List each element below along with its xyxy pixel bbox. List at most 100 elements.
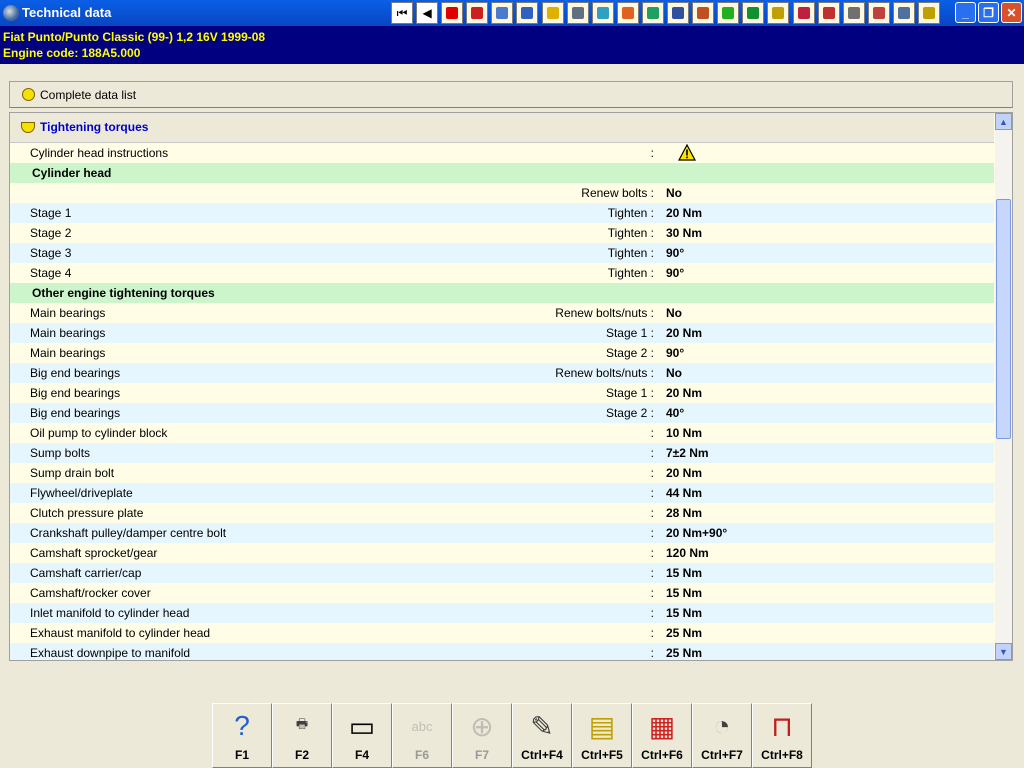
warning-icon[interactable] (441, 2, 464, 24)
electrical-icon[interactable] (817, 2, 840, 24)
table-row: Stage 3 Tighten : 90° (10, 243, 994, 263)
wrench-icon[interactable] (591, 2, 614, 24)
tools-icon[interactable] (692, 2, 715, 24)
electrical-icon-glyph (822, 7, 835, 19)
gauge-icon: ◔ (713, 710, 731, 741)
warning-icon[interactable] (678, 144, 696, 161)
complete-data-list-button[interactable]: Complete data list (9, 81, 1013, 108)
row-action: : (650, 146, 654, 160)
triangle-icon[interactable] (867, 2, 890, 24)
restore-icon[interactable]: ❐ (978, 2, 999, 23)
close-icon[interactable]: ✕ (1001, 2, 1022, 23)
row-label: Oil pump to cylinder block (30, 426, 168, 440)
row-label: Inlet manifold to cylinder head (30, 606, 190, 620)
engine-icon-glyph (521, 7, 534, 19)
row-value: 20 Nm (666, 386, 703, 400)
fuel-icon[interactable] (792, 2, 815, 24)
row-label: Camshaft carrier/cap (30, 566, 142, 580)
mechanic-icon[interactable] (667, 2, 690, 24)
row-action: Renew bolts/nuts : (555, 366, 654, 380)
row-action: Renew bolts/nuts : (555, 306, 654, 320)
previous-record-icon[interactable]: ◀ (416, 2, 439, 24)
engine-code: Engine code: 188A5.000 (3, 46, 141, 60)
book-icon[interactable] (466, 2, 489, 24)
scroll-up-icon[interactable]: ▲ (995, 113, 1012, 130)
table-row: Flywheel/driveplate:44 Nm (10, 483, 994, 503)
row-value: 10 Nm (666, 426, 703, 440)
ctrl-f6-button[interactable]: ▦ Ctrl+F6 (632, 703, 692, 768)
row-value: 20 Nm+90° (666, 526, 728, 540)
window-title: Technical data (22, 5, 112, 20)
row-action: Tighten : (607, 266, 654, 280)
table-row: Big end bearings Renew bolts/nuts : No (10, 363, 994, 383)
app-icon[interactable] (3, 5, 19, 21)
help-button[interactable]: ? F1 (212, 703, 272, 768)
screen-button[interactable]: ▭ F4 (332, 703, 392, 768)
table-row: Cylinder head instructions: (10, 143, 994, 163)
print-button[interactable]: 🖶 F2 (272, 703, 332, 768)
table-row: Exhaust downpipe to manifold:25 Nm (10, 643, 994, 660)
row-label: Big end bearings (30, 366, 121, 380)
ctrl-f5-button[interactable]: ▤ Ctrl+F5 (572, 703, 632, 768)
vehicle-model: Fiat Punto/Punto Classic (99-) 1,2 16V 1… (3, 30, 266, 44)
section-title: Tightening torques (40, 120, 149, 134)
monitor-icon: ▭ (348, 710, 376, 742)
wheel-icon-glyph (571, 7, 584, 19)
tools-icon-glyph (697, 7, 710, 19)
row-value: No (666, 366, 682, 380)
data-panel: Tightening torques Cylinder head instruc… (9, 112, 1013, 661)
row-value: 25 Nm (666, 626, 703, 640)
row-action: : (650, 586, 654, 600)
complete-data-list-label: Complete data list (40, 88, 137, 102)
f6-button: abc F6 (392, 703, 452, 768)
sensor-icon-glyph (847, 7, 860, 19)
list-icon: ▤ (588, 710, 616, 742)
timing-belt-icon[interactable] (616, 2, 639, 24)
row-action: : (650, 606, 654, 620)
help-icon[interactable] (767, 2, 790, 24)
sensor-icon[interactable] (842, 2, 865, 24)
wrench-icon-glyph (596, 7, 609, 19)
row-value: 20 Nm (666, 326, 703, 340)
ctrl-f8-button[interactable]: ⊓ Ctrl+F8 (752, 703, 812, 768)
row-action: Stage 1 : (605, 386, 654, 400)
wheel-icon[interactable] (566, 2, 589, 24)
table-row: Stage 2 Tighten : 30 Nm (10, 223, 994, 243)
f7-button: ⊕ F7 (452, 703, 512, 768)
lubricant-icon[interactable] (742, 2, 765, 24)
row-action: Stage 2 : (605, 346, 654, 360)
first-record-icon[interactable]: ⏮ (391, 2, 413, 24)
help-icon-glyph (772, 7, 785, 19)
minimize-icon[interactable]: _ (955, 2, 976, 23)
scroll-thumb[interactable] (996, 199, 1011, 439)
row-label: Clutch pressure plate (30, 506, 144, 520)
row-action: Tighten : (607, 226, 654, 240)
vertical-scrollbar[interactable]: ▲ ▼ (995, 113, 1012, 660)
row-value: 44 Nm (666, 486, 703, 500)
counter-icon[interactable] (717, 2, 740, 24)
table-row: Camshaft carrier/cap:15 Nm (10, 563, 994, 583)
chevron-down-icon (21, 122, 35, 133)
engine-icon[interactable] (516, 2, 539, 24)
row-label: Exhaust downpipe to manifold (30, 646, 191, 660)
tuning-icon[interactable] (541, 2, 564, 24)
group-label: Other engine tightening torques (32, 286, 215, 300)
row-value: 120 Nm (666, 546, 709, 560)
scroll-down-icon[interactable]: ▼ (995, 643, 1012, 660)
ctrl-f7-button[interactable]: ◔ Ctrl+F7 (692, 703, 752, 768)
row-action: : (650, 446, 654, 460)
document-icon[interactable] (917, 2, 940, 24)
row-value: 90° (666, 346, 685, 360)
row-label: Sump drain bolt (30, 466, 115, 480)
row-action: : (650, 646, 654, 660)
function-key-bar: ? F1 🖶 F2 ▭ F4 abc F6 ⊕ F7 ✎ Ctrl+F4 ▤ Ctrl+F5 ▦ Ctrl+F… (212, 703, 812, 768)
car-icon[interactable] (892, 2, 915, 24)
ctrl-f4-button[interactable]: ✎ Ctrl+F4 (512, 703, 572, 768)
group-label: Cylinder head (32, 166, 112, 180)
vehicle-id-icon[interactable] (491, 2, 514, 24)
table-row: Clutch pressure plate:28 Nm (10, 503, 994, 523)
table-row: Inlet manifold to cylinder head:15 Nm (10, 603, 994, 623)
gearbox-icon[interactable] (641, 2, 664, 24)
section-header[interactable]: Tightening torques (10, 113, 994, 143)
row-value: 40° (666, 406, 685, 420)
